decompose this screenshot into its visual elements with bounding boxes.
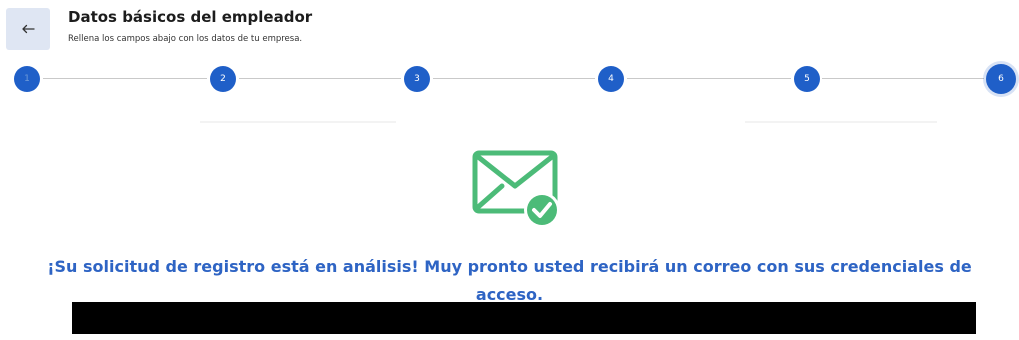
page-title: Datos básicos del empleador xyxy=(68,8,313,26)
step-connector xyxy=(433,78,595,79)
divider xyxy=(745,121,937,123)
step-2[interactable]: 2 xyxy=(210,66,236,92)
divider xyxy=(200,121,396,123)
arrow-left-icon xyxy=(22,24,35,34)
step-5[interactable]: 5 xyxy=(794,66,820,92)
step-3[interactable]: 3 xyxy=(404,66,430,92)
mail-check-icon xyxy=(472,150,560,228)
back-button[interactable] xyxy=(6,8,50,50)
redacted-block xyxy=(72,302,976,334)
step-4[interactable]: 4 xyxy=(598,66,624,92)
confirmation-message: ¡Su solicitud de registro está en anális… xyxy=(47,257,972,304)
step-connector xyxy=(627,78,791,79)
step-1[interactable]: 1 xyxy=(14,66,40,92)
step-6[interactable]: 6 xyxy=(986,64,1016,94)
step-connector xyxy=(239,78,401,79)
page-subtitle: Rellena los campos abajo con los datos d… xyxy=(68,34,303,44)
step-connector xyxy=(43,78,207,79)
progress-stepper: 1 2 3 4 5 6 xyxy=(0,62,1019,96)
step-connector xyxy=(822,78,984,79)
